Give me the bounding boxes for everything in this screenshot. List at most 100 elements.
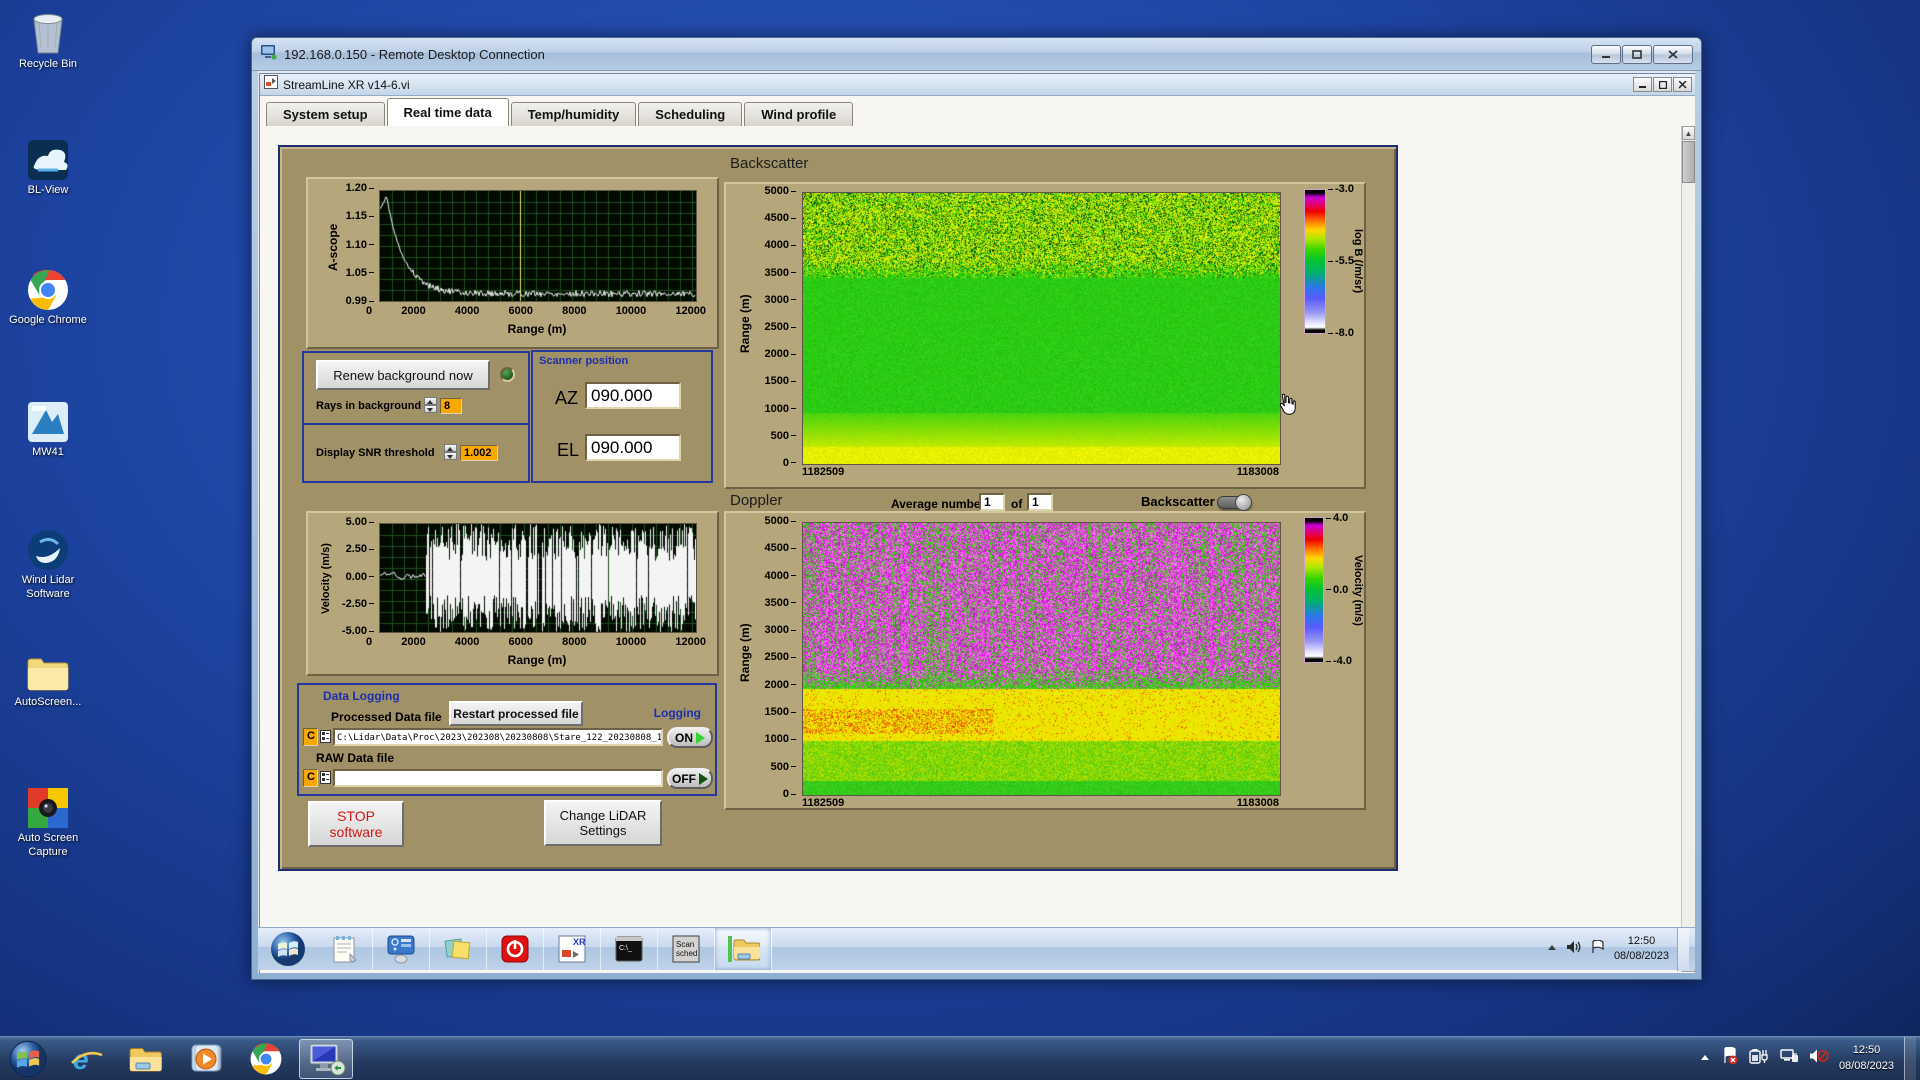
backscatter-colorbar[interactable] [1304, 189, 1326, 334]
rdp-minimize-button[interactable] [1591, 44, 1621, 64]
tray-network-icon[interactable] [1779, 1048, 1799, 1069]
processed-drive-selector[interactable]: C [303, 728, 318, 746]
tick-label: 2000 [401, 636, 426, 648]
tray-action-center-icon[interactable] [1721, 1046, 1739, 1070]
tick-label: 2500 [765, 321, 796, 333]
desktop-icon-google-chrome[interactable]: Google Chrome [4, 268, 92, 328]
app-titlebar[interactable]: StreamLine XR v14-6.vi [260, 74, 1695, 96]
tick-label: -2.50 [342, 598, 374, 610]
tick-label: 4.0 [1326, 513, 1348, 524]
start-button[interactable] [8, 1039, 48, 1079]
scrollbar-thumb[interactable] [1682, 141, 1695, 183]
tick-label: 8000 [562, 305, 587, 317]
app-close-button[interactable] [1673, 77, 1692, 92]
change-lidar-settings-button[interactable]: Change LiDAR Settings [544, 800, 662, 846]
desktop-icon-label: Auto Screen Capture [17, 832, 79, 858]
renew-background-led [500, 367, 515, 382]
desktop-icon-auto-screen-capture[interactable]: Auto Screen Capture [4, 786, 92, 860]
processed-path-field[interactable]: C:\Lidar\Data\Proc\2023\202308\20230808\… [333, 728, 663, 746]
raw-logging-off-button[interactable]: OFF [667, 768, 713, 789]
taskbar-button-display-settings[interactable] [373, 928, 430, 970]
session-tray-expand-icon[interactable] [1546, 940, 1558, 958]
taskbar-button-sticky-notes[interactable] [430, 928, 487, 970]
restart-processed-file-button[interactable]: Restart processed file [449, 701, 583, 726]
average-of-field[interactable]: 1 [1027, 493, 1053, 511]
taskbar-button-google-chrome[interactable] [239, 1039, 293, 1079]
wind-lidar-icon [4, 528, 92, 572]
tick-label: 2.50 [346, 544, 374, 555]
tick-label: 10000 [615, 636, 647, 648]
stop-software-button[interactable]: STOP software [308, 801, 404, 847]
session-start-button[interactable] [270, 931, 306, 967]
app-maximize-button[interactable] [1653, 77, 1672, 92]
backscatter-doppler-toggle[interactable] [1217, 494, 1252, 511]
doppler-colorbar[interactable] [1304, 517, 1324, 663]
session-clock-date: 08/08/2023 [1613, 950, 1669, 962]
browse-folder-icon[interactable] [320, 730, 331, 748]
rdp-close-button[interactable] [1653, 44, 1693, 64]
taskbar-button-streamline-xr-vi[interactable]: XR [544, 928, 601, 970]
tray-volume-muted-icon[interactable] [1809, 1048, 1829, 1069]
average-number-field[interactable]: 1 [979, 493, 1005, 511]
rays-spinner[interactable] [424, 397, 437, 413]
tab-temp-humidity[interactable]: Temp/humidity [510, 102, 637, 126]
real-time-data-panel: A-scope 1.20 1.15 1.10 1.05 0.99 0 2000 4000 60… [278, 145, 1398, 871]
tab-system-setup[interactable]: System setup [266, 102, 385, 126]
session-show-desktop-button[interactable] [1677, 927, 1689, 971]
tick-label: 1000 [765, 403, 796, 415]
tab-real-time-data[interactable]: Real time data [386, 98, 509, 126]
off-led-arrow [699, 772, 708, 785]
scanner-position-title: Scanner position [539, 355, 629, 367]
desktop-icon-recycle-bin[interactable]: Recycle Bin [4, 8, 92, 72]
taskbar-button-shutdown-tool[interactable] [487, 928, 544, 970]
taskbar-button-scan-scheduler[interactable]: Scan sched [658, 928, 715, 970]
show-desktop-button[interactable] [1904, 1036, 1916, 1080]
tick-label: 2000 [765, 349, 796, 360]
taskbar-button-media-player[interactable] [179, 1039, 233, 1079]
change-line1: Change LiDAR [559, 808, 647, 823]
app-minimize-button[interactable] [1633, 77, 1652, 92]
app-scrollbar[interactable]: ▲ ▼ [1681, 126, 1695, 972]
snr-value-field[interactable]: 1.002 [460, 445, 498, 461]
bl-view-icon [4, 138, 92, 182]
session-speaker-icon[interactable] [1566, 940, 1582, 959]
tab-scheduling[interactable]: Scheduling [638, 102, 743, 126]
tray-expand-icon[interactable] [1699, 1050, 1711, 1068]
raw-drive-selector[interactable]: C [303, 769, 318, 787]
tick-label: 1500 [765, 376, 796, 387]
tick-label: 500 [771, 761, 796, 773]
desktop-icon-bl-view[interactable]: BL-View [4, 138, 92, 198]
svg-text:XR: XR [573, 937, 586, 947]
snr-spinner[interactable] [444, 444, 457, 460]
taskbar-button-explorer[interactable] [715, 928, 772, 970]
desktop-icon-mw41[interactable]: MW41 [4, 400, 92, 460]
az-value-field[interactable]: 090.000 [585, 382, 681, 409]
folder-icon [4, 654, 92, 694]
taskbar-button-remote-desktop[interactable] [299, 1038, 353, 1079]
taskbar-button-windows-explorer[interactable] [119, 1039, 173, 1079]
tray-battery-icon[interactable] [1749, 1048, 1769, 1069]
raw-path-field[interactable] [333, 769, 663, 787]
rdp-titlebar[interactable]: 192.168.0.150 - Remote Desktop Connectio… [252, 38, 1701, 71]
taskbar-button-command-prompt[interactable]: C:\_ [601, 928, 658, 970]
processed-logging-on-button[interactable]: ON [667, 727, 713, 748]
desktop-icon-autoscreen-folder[interactable]: AutoScreen... [4, 654, 92, 710]
desktop-icon-wind-lidar-software[interactable]: Wind Lidar Software [4, 528, 92, 602]
browse-folder-icon[interactable] [320, 771, 331, 789]
taskbar-button-notepad[interactable] [316, 928, 373, 970]
rays-value-field[interactable]: 8 [440, 398, 462, 414]
el-value-field[interactable]: 090.000 [585, 434, 681, 461]
scroll-up-arrow[interactable]: ▲ [1682, 126, 1695, 140]
tick-label: 2000 [401, 305, 426, 317]
desktop: Recycle Bin BL-View Google Chrome MW41 W… [0, 0, 1920, 1080]
session-clock[interactable]: 12:50 08/08/2023 [1614, 934, 1669, 964]
data-logging-title: Data Logging [323, 689, 400, 703]
tick-label: 4000 [765, 240, 796, 251]
tab-wind-profile[interactable]: Wind profile [744, 102, 854, 126]
taskbar-clock[interactable]: 12:50 08/08/2023 [1839, 1043, 1894, 1074]
taskbar-button-internet-explorer[interactable]: e [59, 1039, 113, 1079]
tick-label: -4.0 [1326, 656, 1352, 667]
renew-background-button[interactable]: Renew background now [316, 360, 490, 390]
session-action-center-icon[interactable] [1590, 939, 1606, 959]
rdp-maximize-button[interactable] [1622, 44, 1652, 64]
